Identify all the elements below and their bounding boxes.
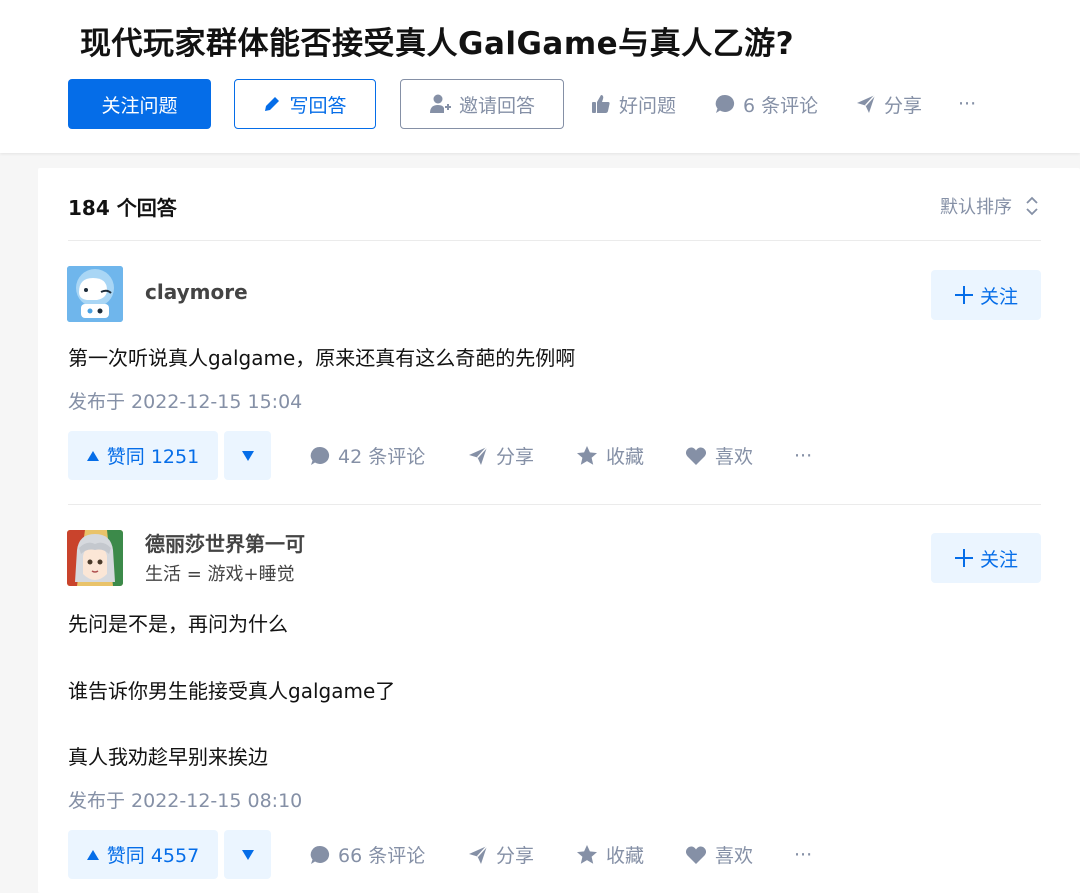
question-share-button[interactable]: 分享 <box>856 79 922 129</box>
collect-button[interactable]: 收藏 <box>576 830 644 879</box>
more-button[interactable]: ··· <box>794 431 812 480</box>
answer-content-line: 谁告诉你男生能接受真人galgame了 <box>68 679 396 703</box>
collect-button[interactable]: 收藏 <box>576 431 644 480</box>
like-label: 喜欢 <box>715 446 754 468</box>
sort-toggle-icon <box>1026 196 1038 216</box>
follow-author-button[interactable]: 关注 <box>931 533 1041 583</box>
more-icon: ··· <box>958 93 977 115</box>
share-label: 分享 <box>496 446 535 468</box>
answer-list: 184 个回答 默认排序 claymore 关注 第一次听说真人galgame，… <box>38 168 1080 893</box>
plus-icon <box>954 548 974 568</box>
avatar[interactable] <box>67 266 123 322</box>
author-name[interactable]: claymore <box>145 280 248 304</box>
question-share-label: 分享 <box>884 94 923 117</box>
triangle-up-icon <box>86 849 99 860</box>
write-answer-button[interactable]: 写回答 <box>234 79 376 129</box>
answer-content-line: 先问是不是，再问为什么 <box>68 612 288 636</box>
comments-button[interactable]: 66 条评论 <box>310 830 425 879</box>
triangle-down-icon <box>241 849 254 860</box>
like-button[interactable]: 喜欢 <box>685 431 753 480</box>
follow-author-button[interactable]: 关注 <box>931 270 1041 320</box>
collect-label: 收藏 <box>606 446 645 468</box>
more-button[interactable]: ··· <box>794 830 812 879</box>
answer-time[interactable]: 发布于 2022-12-15 08:10 <box>68 786 302 813</box>
question-comments-label: 6 条评论 <box>743 94 819 117</box>
share-button[interactable]: 分享 <box>468 431 534 480</box>
plus-icon <box>954 285 974 305</box>
avatar[interactable] <box>67 530 123 586</box>
good-question-button[interactable]: 好问题 <box>591 79 676 129</box>
thumbs-up-icon <box>591 94 611 114</box>
divider <box>68 240 1041 241</box>
collect-label: 收藏 <box>606 845 645 867</box>
author-headline: 生活 = 游戏+睡觉 <box>145 564 295 585</box>
triangle-up-icon <box>86 450 99 461</box>
comment-icon <box>715 94 735 114</box>
heart-icon <box>685 446 707 466</box>
star-icon <box>576 844 598 865</box>
upvote-button[interactable]: 赞同 1251 <box>68 431 218 480</box>
star-icon <box>576 445 598 466</box>
question-comments-button[interactable]: 6 条评论 <box>715 79 818 129</box>
downvote-button[interactable] <box>224 431 271 480</box>
upvote-label: 赞同 1251 <box>106 446 200 468</box>
answer-time[interactable]: 发布于 2022-12-15 15:04 <box>68 387 302 414</box>
comment-icon <box>310 845 330 865</box>
share-icon <box>468 845 488 865</box>
comments-button[interactable]: 42 条评论 <box>310 431 425 480</box>
divider <box>68 504 1041 505</box>
question-header: 现代玩家群体能否接受真人GalGame与真人乙游? 关注问题 写回答 邀请回答 … <box>0 0 1080 153</box>
upvote-label: 赞同 4557 <box>106 845 200 867</box>
author-name[interactable]: 德丽莎世界第一可 <box>145 528 305 557</box>
answer-content-line: 第一次听说真人galgame，原来还真有这么奇葩的先例啊 <box>68 346 576 370</box>
more-icon: ··· <box>794 843 813 866</box>
follow-question-button[interactable]: 关注问题 <box>68 79 211 129</box>
comments-label: 66 条评论 <box>338 845 426 867</box>
share-label: 分享 <box>496 845 535 867</box>
share-button[interactable]: 分享 <box>468 830 534 879</box>
sort-dropdown[interactable]: 默认排序 <box>940 193 1038 219</box>
invite-answer-button[interactable]: 邀请回答 <box>400 79 564 129</box>
good-question-label: 好问题 <box>619 94 677 117</box>
write-answer-label: 写回答 <box>289 94 347 117</box>
question-more-button[interactable]: ··· <box>958 79 976 129</box>
more-icon: ··· <box>794 444 813 467</box>
add-user-icon <box>429 94 451 114</box>
sort-label: 默认排序 <box>940 197 1012 218</box>
answer-count: 184 个回答 <box>68 196 177 220</box>
comments-label: 42 条评论 <box>338 446 426 468</box>
heart-icon <box>685 845 707 865</box>
answer-content-line: 真人我劝趁早别来挨边 <box>68 745 268 769</box>
question-title: 现代玩家群体能否接受真人GalGame与真人乙游? <box>80 26 795 62</box>
share-icon <box>856 94 876 114</box>
follow-question-label: 关注问题 <box>101 94 178 117</box>
share-icon <box>468 446 488 466</box>
downvote-button[interactable] <box>224 830 271 879</box>
triangle-down-icon <box>241 450 254 461</box>
follow-author-label: 关注 <box>979 548 1018 571</box>
like-button[interactable]: 喜欢 <box>685 830 753 879</box>
like-label: 喜欢 <box>715 845 754 867</box>
invite-answer-label: 邀请回答 <box>458 94 535 117</box>
follow-author-label: 关注 <box>979 285 1018 308</box>
upvote-button[interactable]: 赞同 4557 <box>68 830 218 879</box>
comment-icon <box>310 446 330 466</box>
pencil-icon <box>263 95 281 113</box>
